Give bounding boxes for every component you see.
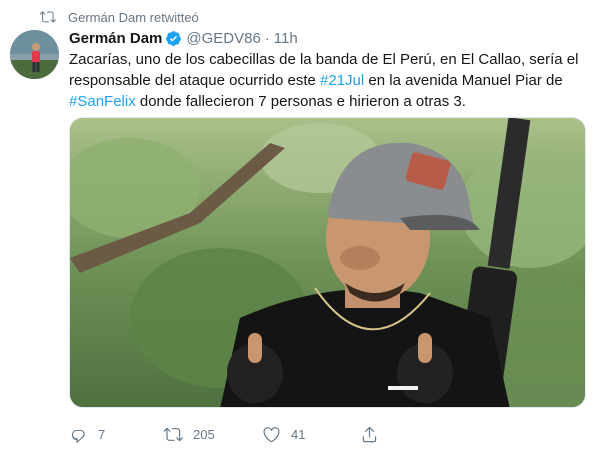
avatar-image — [10, 30, 59, 79]
header-separator: · — [264, 29, 270, 47]
like-count: 41 — [291, 426, 306, 442]
tweet-text-segment: en la avenida Manuel Piar de — [364, 72, 563, 89]
retweet-banner-text: Germán Dam retwitteó — [68, 9, 199, 25]
author-handle[interactable]: @GEDV86 — [186, 30, 260, 47]
like-button[interactable]: 41 — [262, 425, 360, 444]
photo-image — [70, 118, 585, 407]
tweet-text: Zacarías, uno de los cabecillas de la ba… — [69, 49, 584, 112]
avatar[interactable] — [10, 30, 59, 79]
tweet-actions: 7 205 41 — [69, 422, 379, 446]
reply-icon — [71, 429, 85, 443]
tweet-timestamp[interactable]: 11h — [274, 30, 298, 47]
tweet-text-segment: donde fallecieron 7 personas e hirieron … — [135, 93, 466, 110]
retweet-count: 205 — [193, 426, 215, 442]
tweet-header: Germán Dam @GEDV86 · 11h — [69, 28, 298, 48]
retweet-icon — [164, 427, 183, 441]
share-icon — [362, 426, 377, 442]
reply-button[interactable]: 7 — [69, 425, 164, 444]
retweet-button[interactable]: 205 — [164, 425, 262, 444]
hashtag-21jul[interactable]: #21Jul — [320, 72, 364, 89]
retweet-icon — [40, 11, 56, 23]
tweet-media-photo[interactable] — [69, 117, 586, 408]
hashtag-sanfelix[interactable]: #SanFelix — [69, 93, 136, 110]
retweet-banner[interactable]: Germán Dam retwitteó — [40, 7, 199, 27]
verified-badge-icon — [166, 30, 182, 46]
reply-count: 7 — [98, 426, 106, 442]
heart-icon — [263, 426, 280, 442]
author-name[interactable]: Germán Dam — [69, 30, 162, 47]
share-button[interactable] — [360, 425, 379, 444]
